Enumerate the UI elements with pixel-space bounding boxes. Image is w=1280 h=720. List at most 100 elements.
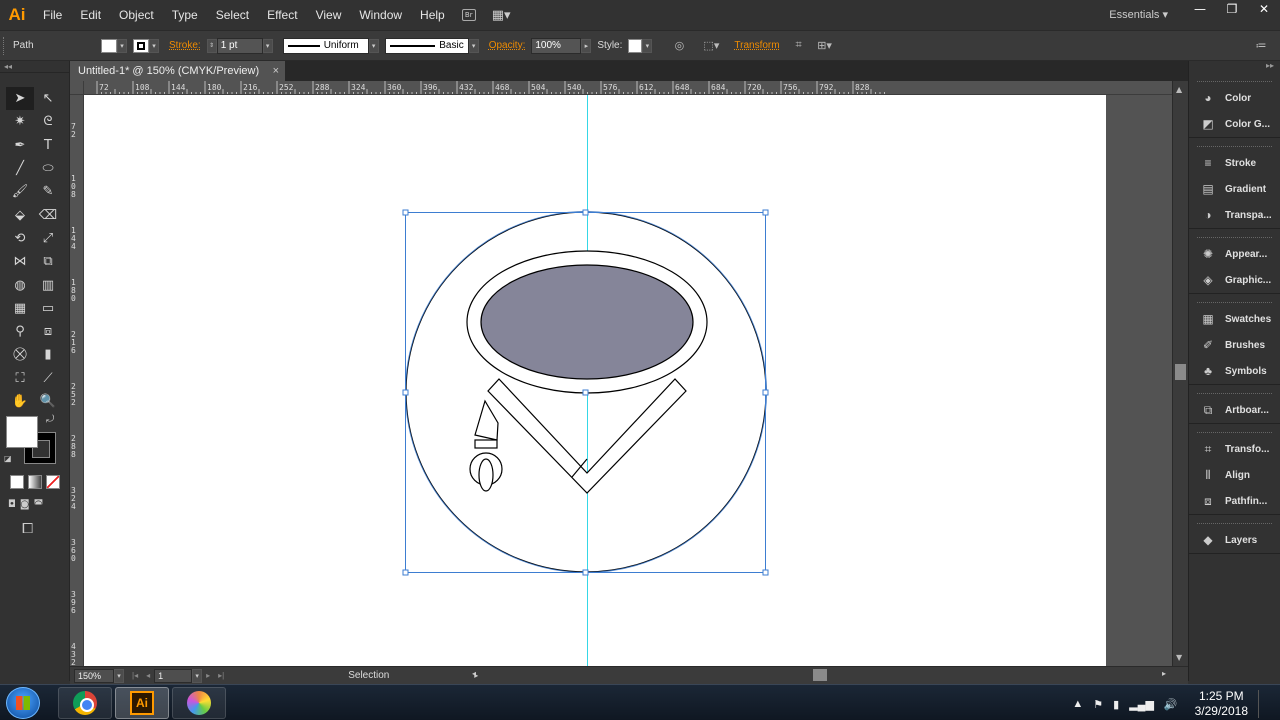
tools-panel-header[interactable]: ◂◂: [0, 61, 69, 73]
resize-handle[interactable]: [402, 569, 409, 576]
resize-handle[interactable]: [402, 389, 409, 396]
brush-tip[interactable]: [474, 399, 499, 441]
panel-group-grip[interactable]: [1197, 523, 1272, 525]
volume-icon[interactable]: 🔊: [1164, 698, 1178, 711]
ellipse-tool-icon[interactable]: ⬭: [34, 157, 62, 180]
close-document-icon[interactable]: ×: [273, 65, 279, 77]
none-mode-icon[interactable]: [46, 475, 60, 489]
scroll-right-icon[interactable]: ▸: [1162, 669, 1166, 678]
fill-dropdown[interactable]: ▾: [117, 38, 127, 53]
arrange-documents-button[interactable]: ▦▾: [492, 5, 511, 25]
resize-handle[interactable]: [582, 209, 589, 216]
bridge-button[interactable]: Br: [461, 5, 476, 25]
flag-icon[interactable]: ⚑: [1093, 698, 1103, 711]
type-tool-icon[interactable]: T: [34, 134, 62, 157]
panel-group-grip[interactable]: [1197, 237, 1272, 239]
panel-stroke[interactable]: ≡ Stroke: [1189, 150, 1280, 176]
network-icon[interactable]: ▂▄▆: [1129, 698, 1154, 711]
zoom-tool-icon[interactable]: 🔍: [34, 390, 62, 413]
panel-appearance[interactable]: ✺ Appear...: [1189, 241, 1280, 267]
brush-ferrule[interactable]: [474, 439, 498, 449]
style-swatch[interactable]: [628, 38, 643, 53]
taskbar-paint[interactable]: [172, 687, 226, 719]
align-to-icon[interactable]: ⬚▾: [702, 38, 720, 54]
canvas-area[interactable]: [84, 95, 1172, 666]
brush-handle-drop[interactable]: [478, 458, 494, 492]
menu-select[interactable]: Select: [207, 8, 258, 22]
pencil-tool-icon[interactable]: ✎: [34, 180, 62, 203]
zoom-dropdown[interactable]: ▾: [114, 668, 124, 683]
lasso-tool-icon[interactable]: ᘓ: [34, 110, 62, 133]
horizontal-ruler[interactable]: 72 108 144 180 216 252 288 324 360 396 432 468 504 54…: [84, 81, 1172, 95]
taskbar-chrome[interactable]: [58, 687, 112, 719]
panel-group-grip[interactable]: [1197, 302, 1272, 304]
fill-swatch[interactable]: [101, 38, 117, 53]
start-button[interactable]: [6, 687, 40, 719]
fill-color-box[interactable]: [6, 416, 38, 448]
panel-layers[interactable]: ◆ Layers: [1189, 527, 1280, 553]
stroke-color-dropdown[interactable]: ▾: [149, 38, 159, 53]
screen-mode-icon[interactable]: ⧠: [22, 521, 33, 537]
menu-file[interactable]: File: [34, 8, 71, 22]
scale-tool-icon[interactable]: ⤢: [34, 227, 62, 250]
draw-inside-icon[interactable]: ◚: [34, 499, 44, 510]
menu-view[interactable]: View: [307, 8, 351, 22]
panel-color-guide[interactable]: ◩ Color G...: [1189, 111, 1280, 137]
panel-group-grip[interactable]: [1197, 393, 1272, 395]
ruler-origin[interactable]: [70, 81, 84, 95]
default-colors-icon[interactable]: ◪: [4, 454, 12, 463]
gradient-tool-icon[interactable]: ▭: [34, 297, 62, 320]
panel-align[interactable]: ⫴ Align: [1189, 462, 1280, 488]
style-dropdown[interactable]: ▾: [642, 38, 653, 53]
vertical-scroll-thumb[interactable]: [1175, 364, 1186, 380]
blob-brush-tool-icon[interactable]: ⬙: [6, 203, 34, 226]
artboard[interactable]: [84, 95, 1106, 666]
dock-collapse-icon[interactable]: ▸▸: [1189, 61, 1280, 73]
stroke-profile-select[interactable]: Uniform: [282, 37, 369, 54]
next-artboard-icon[interactable]: ▸: [206, 671, 210, 680]
artboard-tool-icon[interactable]: ⛶: [6, 367, 34, 390]
panel-group-grip[interactable]: [1197, 146, 1272, 148]
gradient-mode-icon[interactable]: [28, 475, 42, 489]
width-tool-icon[interactable]: ⋈: [6, 250, 34, 273]
isolate-icon[interactable]: ⌗: [790, 38, 808, 54]
last-artboard-icon[interactable]: ▸|: [218, 671, 224, 680]
taskbar-illustrator[interactable]: Ai: [115, 687, 169, 719]
panel-gradient[interactable]: ▤ Gradient: [1189, 176, 1280, 202]
minimize-button[interactable]: —: [1184, 0, 1216, 18]
panel-graphic-styles[interactable]: ◈ Graphic...: [1189, 267, 1280, 293]
brush-dropdown[interactable]: ▾: [468, 38, 479, 53]
artboard-number-field[interactable]: 1: [154, 668, 193, 683]
stroke-weight-field[interactable]: 1 pt: [216, 37, 263, 54]
mesh-tool-icon[interactable]: ▦: [6, 297, 34, 320]
menu-object[interactable]: Object: [110, 8, 163, 22]
opacity-field[interactable]: 100%: [531, 37, 582, 54]
slice-tool-icon[interactable]: ⟋: [34, 367, 62, 390]
panel-transform[interactable]: ⌗ Transfo...: [1189, 436, 1280, 462]
brush-select[interactable]: Basic: [384, 37, 469, 54]
blend-tool-icon[interactable]: ⧈: [34, 320, 62, 343]
resize-handle[interactable]: [762, 389, 769, 396]
scroll-up-icon[interactable]: ▲: [1176, 85, 1182, 94]
resize-handle[interactable]: [402, 209, 409, 216]
clock[interactable]: 1:25 PM 3/29/2018: [1195, 689, 1248, 719]
resize-handle[interactable]: [762, 569, 769, 576]
menu-effect[interactable]: Effect: [258, 8, 306, 22]
menu-edit[interactable]: Edit: [71, 8, 110, 22]
line-tool-icon[interactable]: ╱: [6, 157, 34, 180]
previous-artboard-icon[interactable]: ◂: [146, 671, 150, 680]
panel-group-grip[interactable]: [1197, 432, 1272, 434]
show-desktop-button[interactable]: [1258, 690, 1268, 718]
resize-handle[interactable]: [762, 209, 769, 216]
stroke-weight-stepper[interactable]: ⇕: [206, 38, 217, 53]
hand-tool-icon[interactable]: ✋: [6, 390, 34, 413]
rotate-tool-icon[interactable]: ⟲: [6, 227, 34, 250]
battery-icon[interactable]: ▮: [1113, 698, 1119, 711]
free-transform-tool-icon[interactable]: ⧉: [34, 250, 62, 273]
workspace-switcher[interactable]: Essentials ▾: [1109, 8, 1168, 21]
eraser-tool-icon[interactable]: ⌫: [34, 203, 62, 226]
show-hidden-icons-icon[interactable]: ▲: [1072, 698, 1083, 710]
scroll-down-icon[interactable]: ▼: [1176, 653, 1182, 662]
panel-symbols[interactable]: ♣ Symbols: [1189, 358, 1280, 384]
eyedropper-tool-icon[interactable]: ⚲: [6, 320, 34, 343]
